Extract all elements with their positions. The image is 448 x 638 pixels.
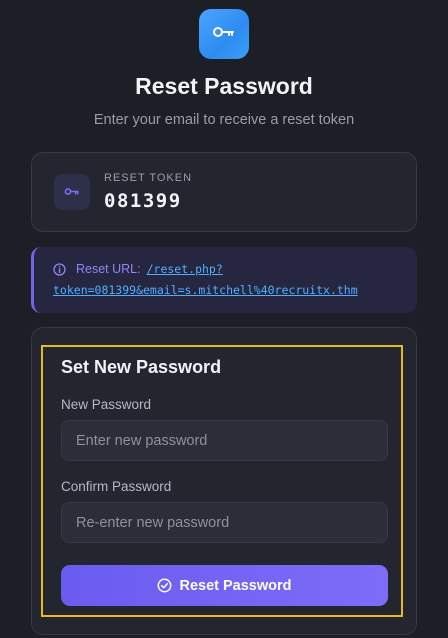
token-icon-box [54, 174, 90, 210]
page-title: Reset Password [135, 73, 313, 99]
reset-url-label: Reset URL: [76, 262, 141, 276]
reset-password-page: Reset Password Enter your email to recei… [0, 0, 448, 638]
reset-url-row: Reset URL: /reset.php? [53, 262, 223, 276]
logo [199, 9, 249, 59]
token-label: RESET TOKEN [104, 172, 193, 184]
reset-password-button[interactable]: Reset Password [61, 565, 388, 606]
reset-url-link-continued[interactable]: token=081399&email=s.mitchell%40recruitx… [53, 283, 358, 297]
reset-url-notice: Reset URL: /reset.php? token=081399&emai… [31, 247, 417, 313]
confirm-password-input[interactable] [61, 502, 388, 543]
reset-token-card: RESET TOKEN 081399 [31, 152, 417, 232]
form-title: Set New Password [61, 357, 222, 377]
reset-url-link[interactable]: /reset.php? [147, 262, 223, 276]
new-password-label: New Password [61, 397, 152, 412]
page-subtitle: Enter your email to receive a reset toke… [93, 112, 355, 128]
key-icon [64, 183, 80, 201]
check-circle-icon [157, 578, 172, 593]
new-password-input[interactable] [61, 420, 388, 461]
token-value: 081399 [104, 190, 182, 212]
reset-password-button-label: Reset Password [179, 577, 292, 594]
key-icon [212, 25, 236, 44]
info-icon [53, 262, 66, 276]
confirm-password-label: Confirm Password [61, 479, 172, 494]
